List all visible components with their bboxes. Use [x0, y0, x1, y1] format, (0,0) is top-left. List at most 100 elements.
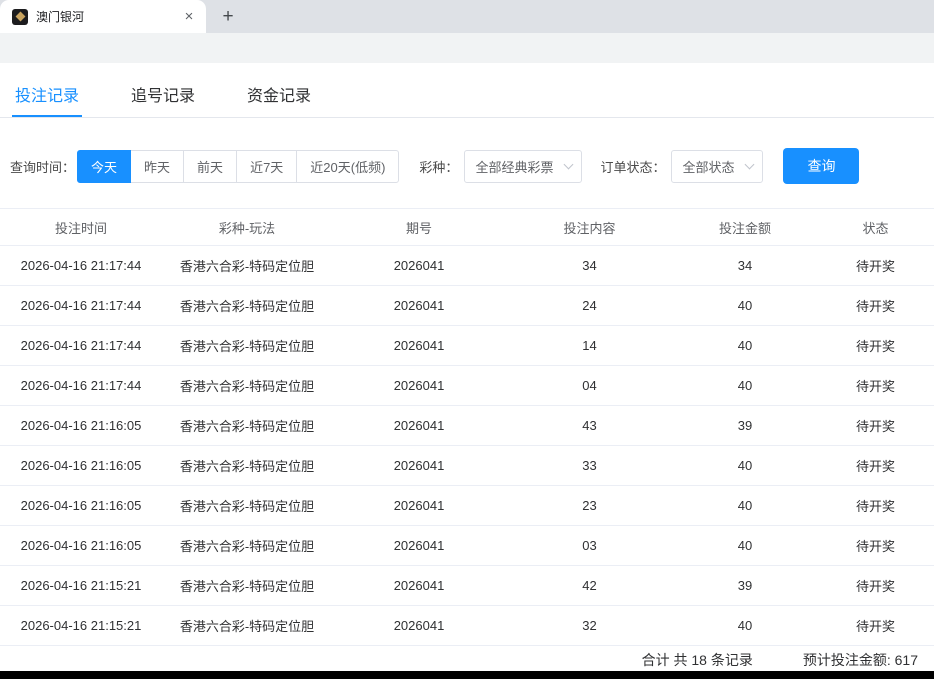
cell-period: 2026041: [332, 606, 506, 646]
cell-bet-amount: 39: [673, 566, 817, 606]
cell-bet-time: 2026-04-16 21:15:21: [0, 606, 162, 646]
cell-bet-amount: 40: [673, 326, 817, 366]
cell-period: 2026041: [332, 446, 506, 486]
lottery-select[interactable]: 全部经典彩票: [464, 150, 582, 183]
header-bet-time: 投注时间: [0, 209, 162, 246]
query-button[interactable]: 查询: [783, 148, 859, 184]
browser-toolbar: [0, 33, 934, 63]
cell-period: 2026041: [332, 566, 506, 606]
browser-tab[interactable]: 澳门银河 ×: [0, 0, 206, 33]
cell-bet-amount: 39: [673, 406, 817, 446]
cell-bet-content: 32: [506, 606, 673, 646]
table-row: 2026-04-16 21:16:05 香港六合彩-特码定位胆 2026041 …: [0, 486, 934, 526]
tab-bet-records[interactable]: 投注记录: [12, 79, 82, 117]
time-filter-label: 查询时间：: [10, 157, 75, 176]
cell-bet-content: 34: [506, 246, 673, 286]
cell-bet-amount: 40: [673, 486, 817, 526]
cell-status: 待开奖: [817, 366, 934, 406]
cell-period: 2026041: [332, 486, 506, 526]
cell-lottery-play: 香港六合彩-特码定位胆: [162, 486, 332, 526]
cell-period: 2026041: [332, 366, 506, 406]
header-lottery-play: 彩种-玩法: [162, 209, 332, 246]
cell-period: 2026041: [332, 326, 506, 366]
cell-status: 待开奖: [817, 486, 934, 526]
cell-status: 待开奖: [817, 326, 934, 366]
cell-lottery-play: 香港六合彩-特码定位胆: [162, 526, 332, 566]
cell-lottery-play: 香港六合彩-特码定位胆: [162, 286, 332, 326]
cell-status: 待开奖: [817, 526, 934, 566]
status-filter-label: 订单状态：: [600, 157, 665, 176]
table-row: 2026-04-16 21:17:44 香港六合彩-特码定位胆 2026041 …: [0, 246, 934, 286]
cell-bet-amount: 40: [673, 366, 817, 406]
tab-fund-records[interactable]: 资金记录: [244, 79, 314, 117]
time-filter-group: 今天 昨天 前天 近7天 近20天(低频): [77, 150, 399, 183]
cell-status: 待开奖: [817, 286, 934, 326]
cell-bet-content: 23: [506, 486, 673, 526]
cell-bet-amount: 40: [673, 286, 817, 326]
cell-status: 待开奖: [817, 566, 934, 606]
cell-period: 2026041: [332, 286, 506, 326]
table-row: 2026-04-16 21:16:05 香港六合彩-特码定位胆 2026041 …: [0, 526, 934, 566]
table-row: 2026-04-16 21:17:44 香港六合彩-特码定位胆 2026041 …: [0, 366, 934, 406]
cell-bet-content: 04: [506, 366, 673, 406]
table-summary: 合计 共 18 条记录 预计投注金额: 617: [0, 646, 934, 673]
time-option-yesterday[interactable]: 昨天: [130, 150, 184, 183]
header-bet-content: 投注内容: [506, 209, 673, 246]
cell-bet-amount: 40: [673, 526, 817, 566]
cell-bet-content: 03: [506, 526, 673, 566]
table-body: 2026-04-16 21:17:44 香港六合彩-特码定位胆 2026041 …: [0, 246, 934, 646]
cell-status: 待开奖: [817, 246, 934, 286]
cell-bet-amount: 34: [673, 246, 817, 286]
tab-chase-records[interactable]: 追号记录: [128, 79, 198, 117]
time-option-7days[interactable]: 近7天: [236, 150, 297, 183]
status-select-value: 全部状态: [682, 157, 734, 176]
header-status: 状态: [817, 209, 934, 246]
cell-period: 2026041: [332, 526, 506, 566]
tab-close-icon[interactable]: ×: [180, 8, 198, 26]
cell-bet-content: 43: [506, 406, 673, 446]
cell-lottery-play: 香港六合彩-特码定位胆: [162, 446, 332, 486]
cell-bet-content: 14: [506, 326, 673, 366]
cell-bet-time: 2026-04-16 21:17:44: [0, 366, 162, 406]
cell-bet-time: 2026-04-16 21:16:05: [0, 526, 162, 566]
cell-status: 待开奖: [817, 446, 934, 486]
cell-bet-time: 2026-04-16 21:17:44: [0, 246, 162, 286]
cell-lottery-play: 香港六合彩-特码定位胆: [162, 366, 332, 406]
cell-lottery-play: 香港六合彩-特码定位胆: [162, 246, 332, 286]
table-header-row: 投注时间 彩种-玩法 期号 投注内容 投注金额 状态: [0, 209, 934, 246]
table-row: 2026-04-16 21:15:21 香港六合彩-特码定位胆 2026041 …: [0, 566, 934, 606]
cell-bet-amount: 40: [673, 606, 817, 646]
cell-lottery-play: 香港六合彩-特码定位胆: [162, 326, 332, 366]
time-option-day-before[interactable]: 前天: [183, 150, 237, 183]
cell-bet-content: 33: [506, 446, 673, 486]
site-favicon-icon: [12, 9, 28, 25]
cell-lottery-play: 香港六合彩-特码定位胆: [162, 406, 332, 446]
cell-lottery-play: 香港六合彩-特码定位胆: [162, 606, 332, 646]
tab-title: 澳门银河: [36, 8, 180, 25]
cell-lottery-play: 香港六合彩-特码定位胆: [162, 566, 332, 606]
cell-bet-content: 42: [506, 566, 673, 606]
table-row: 2026-04-16 21:15:21 香港六合彩-特码定位胆 2026041 …: [0, 606, 934, 646]
cell-bet-time: 2026-04-16 21:15:21: [0, 566, 162, 606]
table-row: 2026-04-16 21:16:05 香港六合彩-特码定位胆 2026041 …: [0, 406, 934, 446]
cell-bet-content: 24: [506, 286, 673, 326]
cell-bet-time: 2026-04-16 21:17:44: [0, 326, 162, 366]
bet-records-table: 投注时间 彩种-玩法 期号 投注内容 投注金额 状态 2026-04-16 21…: [0, 208, 934, 646]
bottom-black-bar: [0, 671, 934, 679]
header-period: 期号: [332, 209, 506, 246]
browser-tabstrip: 澳门银河 × +: [0, 0, 934, 33]
cell-bet-time: 2026-04-16 21:17:44: [0, 286, 162, 326]
chevron-down-icon: [564, 160, 574, 170]
lottery-select-value: 全部经典彩票: [475, 157, 553, 176]
cell-bet-time: 2026-04-16 21:16:05: [0, 406, 162, 446]
time-option-today[interactable]: 今天: [77, 150, 131, 183]
time-option-20days[interactable]: 近20天(低频): [296, 150, 399, 183]
filter-bar: 查询时间： 今天 昨天 前天 近7天 近20天(低频) 彩种： 全部经典彩票 订…: [0, 118, 934, 208]
cell-period: 2026041: [332, 406, 506, 446]
new-tab-button[interactable]: +: [214, 3, 242, 31]
cell-period: 2026041: [332, 246, 506, 286]
order-status-select[interactable]: 全部状态: [671, 150, 763, 183]
cell-status: 待开奖: [817, 606, 934, 646]
cell-bet-amount: 40: [673, 446, 817, 486]
header-bet-amount: 投注金额: [673, 209, 817, 246]
